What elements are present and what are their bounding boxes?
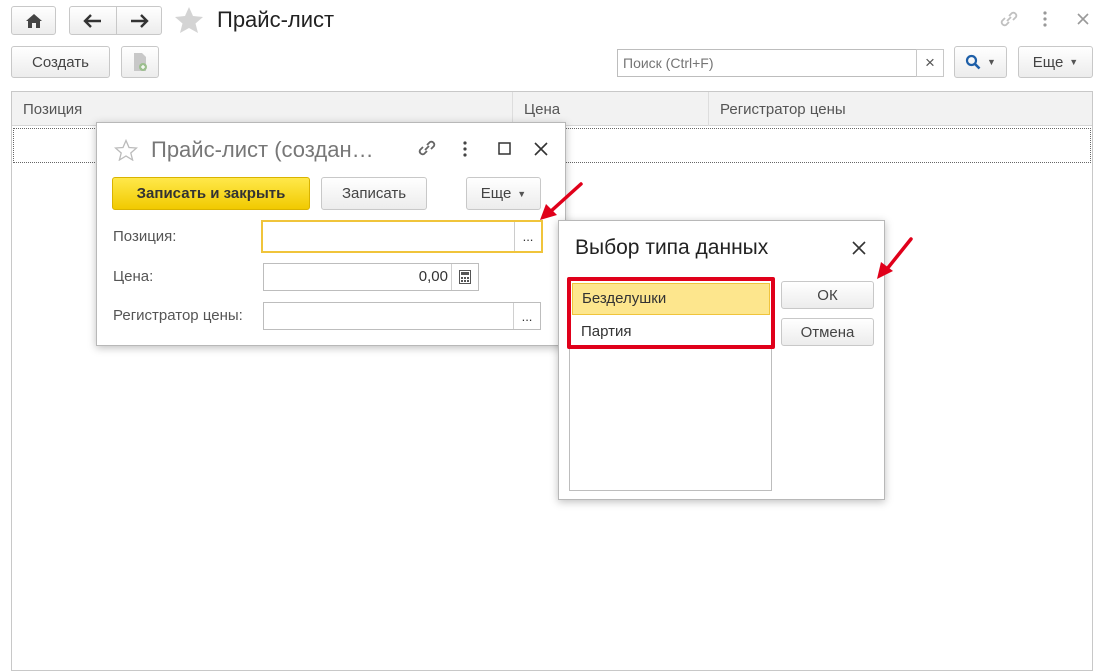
close-icon[interactable]	[1076, 12, 1090, 26]
more-button[interactable]: Еще ▼	[1018, 46, 1093, 78]
home-icon	[25, 13, 42, 28]
search-clear-button[interactable]: ×	[916, 49, 944, 77]
search-button[interactable]: ▼	[954, 46, 1007, 78]
price-field[interactable]: 0,00	[263, 263, 479, 291]
save-label: Записать	[341, 185, 407, 202]
search-input-box[interactable]	[618, 50, 916, 76]
create-button-label: Создать	[31, 53, 89, 71]
ellipsis-icon: ...	[521, 308, 533, 324]
ok-label: ОК	[817, 286, 838, 304]
page-title: Прайс-лист	[217, 7, 335, 32]
form-more-label: Еще	[480, 185, 512, 202]
position-select-button[interactable]: ...	[514, 222, 541, 251]
column-header-registrar[interactable]: Регистратор цены	[709, 92, 1092, 126]
price-value: 0,00	[418, 268, 448, 285]
star-icon[interactable]	[114, 139, 138, 161]
type-select-dialog: Выбор типа данных Безделушки Партия ОК О…	[558, 220, 885, 500]
chevron-down-icon: ▼	[517, 188, 527, 199]
forward-arrow-icon	[131, 13, 149, 28]
highlight-box	[567, 277, 775, 349]
maximize-icon[interactable]	[498, 142, 511, 155]
search-clear-icon: ×	[925, 53, 935, 72]
type-dialog-title: Выбор типа данных	[575, 236, 769, 259]
ok-button[interactable]: ОК	[781, 281, 874, 309]
close-icon[interactable]	[534, 142, 548, 156]
price-list-form: Прайс-лист (создан… Записать и закрыть З…	[96, 122, 566, 346]
chevron-down-icon: ▼	[1069, 57, 1079, 67]
price-label: Цена:	[113, 268, 154, 285]
registrar-field[interactable]: ...	[263, 302, 541, 330]
form-title: Прайс-лист (создан…	[151, 137, 374, 162]
link-icon[interactable]	[998, 9, 1020, 29]
position-label: Позиция:	[113, 228, 177, 245]
back-arrow-icon	[83, 13, 101, 28]
search-icon	[965, 54, 981, 70]
create-button[interactable]: Создать	[11, 46, 110, 78]
add-document-icon	[134, 53, 147, 71]
save-and-close-label: Записать и закрыть	[136, 185, 286, 202]
close-icon[interactable]	[852, 241, 866, 255]
form-more-button[interactable]: Еще ▼	[466, 177, 541, 210]
cancel-button[interactable]: Отмена	[781, 318, 874, 346]
column-header-position[interactable]: Позиция	[12, 92, 513, 126]
chevron-down-icon: ▼	[987, 57, 996, 67]
cancel-label: Отмена	[800, 323, 855, 341]
registrar-select-button[interactable]: ...	[513, 303, 540, 329]
home-button[interactable]	[11, 6, 56, 35]
column-header-price[interactable]: Цена	[513, 92, 709, 126]
annotation-arrow-icon	[877, 237, 913, 279]
annotation-arrow-icon	[540, 182, 583, 220]
forward-button[interactable]	[116, 6, 162, 35]
back-button[interactable]	[69, 6, 117, 35]
registrar-label: Регистратор цены:	[113, 307, 243, 324]
calculator-icon	[459, 270, 471, 284]
search-input[interactable]	[617, 49, 917, 77]
save-button[interactable]: Записать	[321, 177, 427, 210]
link-icon[interactable]	[416, 138, 438, 158]
add-document-button[interactable]	[121, 46, 159, 78]
star-icon[interactable]	[173, 5, 205, 35]
calculator-button[interactable]	[451, 264, 478, 290]
ellipsis-icon: ...	[522, 229, 534, 244]
more-vert-icon[interactable]	[460, 140, 470, 158]
save-and-close-button[interactable]: Записать и закрыть	[112, 177, 310, 210]
more-vert-icon[interactable]	[1040, 10, 1050, 28]
position-field[interactable]: ...	[261, 220, 543, 253]
more-button-label: Еще	[1032, 53, 1064, 71]
